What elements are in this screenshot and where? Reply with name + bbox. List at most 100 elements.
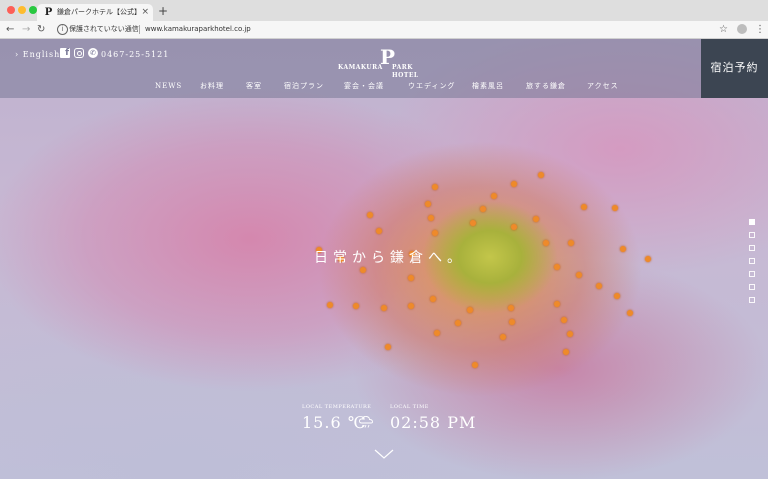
stamen xyxy=(480,206,487,213)
stamen xyxy=(432,230,439,237)
nav-item-bath[interactable]: 檜素風呂 xyxy=(472,81,504,92)
stamen xyxy=(554,264,561,270)
stamen xyxy=(408,302,415,309)
phone-number[interactable]: 0467-25-5121 xyxy=(101,49,169,60)
english-link-label: English xyxy=(22,50,61,59)
facebook-icon[interactable]: f xyxy=(60,48,70,58)
nav-item-access[interactable]: アクセス xyxy=(587,81,619,92)
stamen xyxy=(384,344,391,351)
slide-dot[interactable] xyxy=(749,297,755,303)
scroll-down-icon[interactable] xyxy=(373,447,395,461)
stamen xyxy=(381,304,388,311)
nav-item-news[interactable]: NEWS xyxy=(155,81,182,92)
stamen xyxy=(595,282,602,289)
temperature-label: LOCAL TEMPERATURE xyxy=(302,404,372,410)
slide-dot[interactable] xyxy=(749,245,755,251)
browser-tab[interactable]: P 鎌倉パークホテル【公式】 | KAMAKURA PARK HOTEL × xyxy=(37,4,153,21)
time-value: 02:58 PM xyxy=(390,413,477,432)
stamen xyxy=(554,301,561,308)
stamen xyxy=(466,307,473,314)
stamen xyxy=(612,204,619,211)
stamen xyxy=(619,245,626,252)
stamen xyxy=(454,319,461,326)
stamen xyxy=(562,349,569,356)
stamen xyxy=(326,301,333,308)
browser-titlebar: P 鎌倉パークホテル【公式】 | KAMAKURA PARK HOTEL × + xyxy=(0,0,768,21)
stamen xyxy=(429,296,436,303)
slide-dot[interactable] xyxy=(749,219,755,225)
minimize-window-button[interactable] xyxy=(18,6,26,14)
stamen xyxy=(581,204,588,211)
favicon-icon: P xyxy=(44,7,53,18)
site-logo[interactable]: P KAMAKURA PARK HOTEL xyxy=(338,47,430,79)
new-tab-button[interactable]: + xyxy=(158,4,168,18)
close-window-button[interactable] xyxy=(7,6,15,14)
stamen xyxy=(537,171,544,178)
profile-icon[interactable] xyxy=(737,24,747,34)
english-link[interactable]: › English xyxy=(15,49,60,60)
logo-text-left: KAMAKURA xyxy=(338,64,383,71)
omnibox-divider xyxy=(139,25,140,34)
logo-text-right: PARK HOTEL xyxy=(392,64,419,79)
slide-dot[interactable] xyxy=(749,284,755,290)
stamen xyxy=(626,309,633,316)
stamen xyxy=(431,184,438,191)
stamen xyxy=(532,215,539,222)
menu-icon[interactable]: ⋮ xyxy=(755,22,765,37)
slide-dot[interactable] xyxy=(749,232,755,238)
stamen xyxy=(509,318,516,325)
back-icon[interactable]: ← xyxy=(6,22,14,37)
stamen xyxy=(408,275,415,282)
stamen xyxy=(490,193,497,200)
stamen xyxy=(428,215,435,222)
hero-section: › English f ✆ 0467-25-5121 P KAMAKURA PA… xyxy=(0,39,768,479)
star-icon[interactable]: ☆ xyxy=(719,22,728,37)
tab-title: 鎌倉パークホテル【公式】 | KAMAKURA PARK HOTEL xyxy=(57,8,139,16)
zoom-window-button[interactable] xyxy=(29,6,37,14)
stamen xyxy=(560,316,567,323)
slide-dot[interactable] xyxy=(749,258,755,264)
stamen xyxy=(433,329,440,336)
stamen xyxy=(576,271,583,278)
stamen xyxy=(352,302,359,309)
stamen xyxy=(645,255,652,262)
stamen xyxy=(470,220,477,227)
slide-dot[interactable] xyxy=(749,271,755,277)
address-bar[interactable]: i 保護されていない通信 www.kamakuraparkhotel.co.jp xyxy=(53,23,708,36)
tab-close-icon[interactable]: × xyxy=(141,6,149,18)
temperature-value: 15.6 ℃ xyxy=(302,413,367,432)
reload-icon[interactable]: ↻ xyxy=(37,22,45,37)
stamen xyxy=(366,212,373,219)
stamen xyxy=(511,181,518,188)
stamen xyxy=(424,200,431,207)
cloud-rain-icon xyxy=(358,415,373,428)
stamen xyxy=(500,334,507,341)
phone-icon[interactable]: ✆ xyxy=(88,48,98,58)
stamen xyxy=(567,331,574,338)
security-status[interactable]: 保護されていない通信 xyxy=(69,23,139,36)
hero-copy: 日常から鎌倉へ。 xyxy=(314,250,466,266)
stamen xyxy=(508,304,514,311)
site-header: › English f ✆ 0467-25-5121 P KAMAKURA PA… xyxy=(0,39,701,98)
main-nav: NEWS お料理 客室 宿泊プラン 宴会・会議 ウエディング 檜素風呂 旅する鎌… xyxy=(0,81,701,93)
nav-item-cuisine[interactable]: お料理 xyxy=(200,81,224,92)
stamen xyxy=(472,362,479,369)
time-label: LOCAL TIME xyxy=(390,404,429,410)
stamen xyxy=(376,228,383,235)
nav-item-plans[interactable]: 宿泊プラン xyxy=(284,81,324,92)
stamen xyxy=(542,240,549,247)
nav-item-rooms[interactable]: 客室 xyxy=(246,81,262,92)
reservation-label: 宿泊予約 xyxy=(710,61,759,74)
nav-item-banquet[interactable]: 宴会・会議 xyxy=(344,81,384,92)
reservation-button[interactable]: 宿泊予約 xyxy=(701,39,768,98)
nav-item-travel[interactable]: 旅する鎌倉 xyxy=(526,81,566,92)
nav-item-wedding[interactable]: ウエディング xyxy=(408,81,456,92)
stamen xyxy=(511,224,518,231)
browser-toolbar: ← → ↻ i 保護されていない通信 www.kamakuraparkhotel… xyxy=(0,21,768,39)
stamen xyxy=(614,293,621,300)
instagram-icon[interactable] xyxy=(74,48,84,58)
info-icon[interactable]: i xyxy=(57,24,68,35)
stamen xyxy=(568,239,575,246)
forward-icon[interactable]: → xyxy=(22,22,30,37)
url-text[interactable]: www.kamakuraparkhotel.co.jp xyxy=(145,23,251,36)
